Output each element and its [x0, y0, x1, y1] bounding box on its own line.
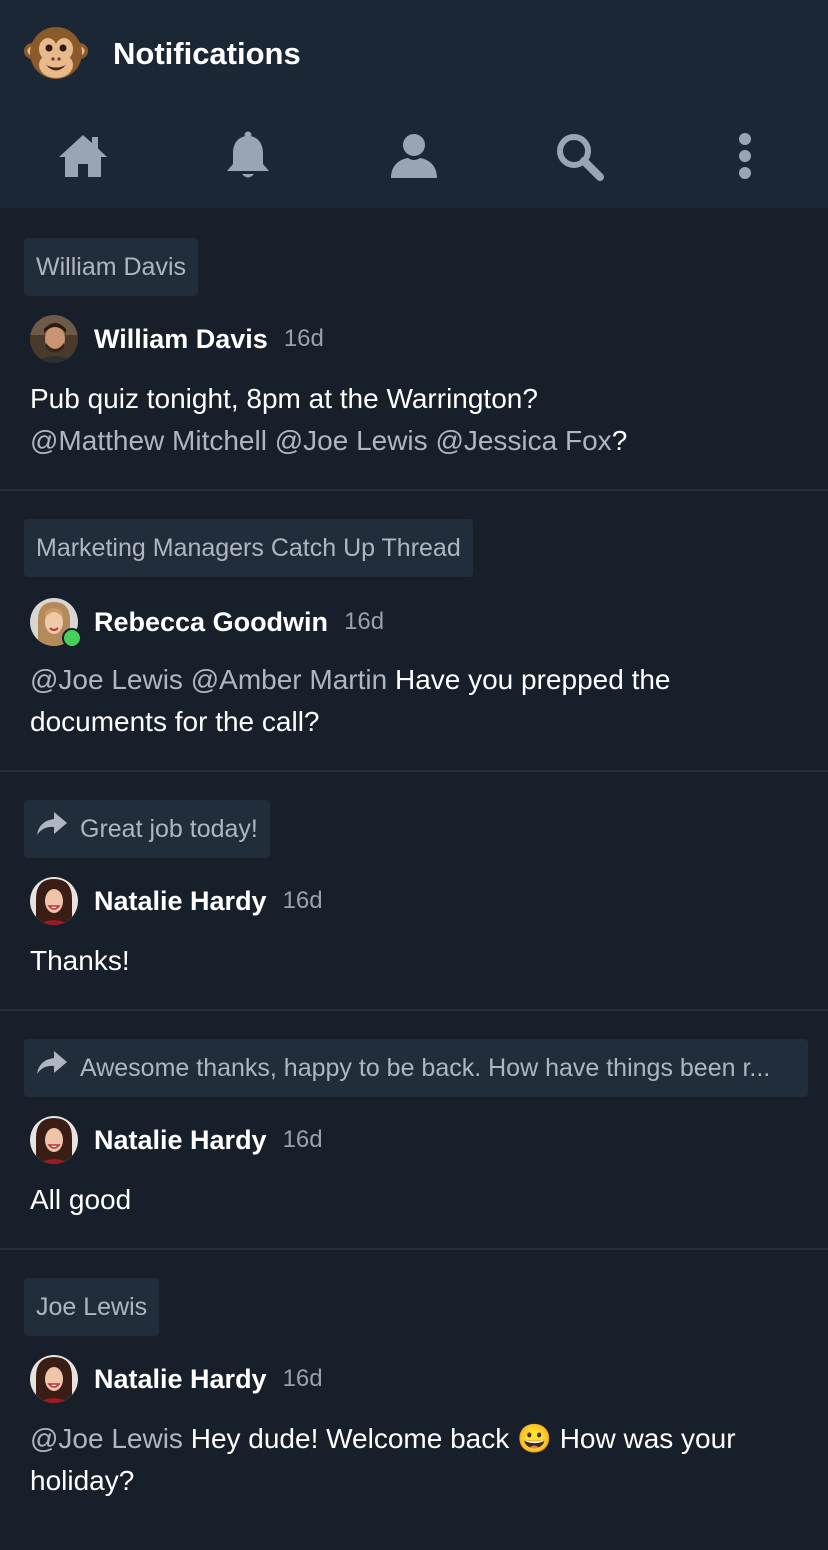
avatar[interactable] [30, 877, 78, 925]
search-icon[interactable] [553, 130, 605, 182]
timestamp: 16d [344, 608, 385, 635]
message-body: Pub quiz tonight, 8pm at the Warrington? [30, 383, 538, 414]
share-arrow-icon [36, 1039, 68, 1096]
notification-item[interactable]: Marketing Managers Catch Up Thread Rebec… [0, 491, 828, 772]
avatar[interactable] [30, 315, 78, 363]
message-text: @Joe Lewis Hey dude! Welcome back 😀 How … [30, 1418, 800, 1502]
context-text: Awesome thanks, happy to be back. How ha… [80, 1054, 771, 1082]
author-name[interactable]: Natalie Hardy [94, 1125, 267, 1156]
context-pill[interactable]: William Davis [24, 238, 198, 296]
notification-item[interactable]: Awesome thanks, happy to be back. How ha… [0, 1011, 828, 1250]
avatar[interactable] [30, 598, 82, 648]
author-row: William Davis 16d [30, 315, 324, 363]
context-pill[interactable]: Great job today! [24, 800, 270, 858]
app-header: Notifications [0, 0, 828, 208]
message-text: @Joe Lewis @Amber Martin Have you preppe… [30, 659, 800, 743]
author-row: Rebecca Goodwin 16d [30, 598, 385, 648]
message-body: Hey dude! Welcome back [190, 1423, 510, 1454]
notification-item[interactable]: Great job today! Natalie Hardy 16d Thank… [0, 772, 828, 1011]
avatar[interactable] [30, 1116, 78, 1164]
user-icon[interactable] [388, 130, 440, 182]
author-name[interactable]: Rebecca Goodwin [94, 607, 328, 638]
message-text: All good [30, 1179, 800, 1221]
timestamp: 16d [282, 1365, 323, 1392]
mention-link[interactable]: @Joe Lewis [30, 1423, 183, 1454]
author-name[interactable]: Natalie Hardy [94, 886, 267, 917]
author-row: Natalie Hardy 16d [30, 877, 323, 925]
message-body: ? [611, 425, 628, 456]
mention-link[interactable]: @Jessica Fox [435, 425, 611, 456]
author-name[interactable]: William Davis [94, 324, 268, 355]
author-row: Natalie Hardy 16d [30, 1355, 323, 1403]
monkey-logo-icon[interactable] [24, 21, 88, 85]
notification-item[interactable]: William Davis William Davis 16d Pub quiz… [0, 208, 828, 491]
context-text: Great job today! [80, 815, 258, 843]
mention-link[interactable]: @Amber Martin [191, 664, 387, 695]
page-title: Notifications [113, 36, 301, 71]
author-row: Natalie Hardy 16d [30, 1116, 323, 1164]
grinning-face-emoji: 😀 [517, 1423, 552, 1454]
message-text: Thanks! [30, 940, 800, 982]
context-pill[interactable]: Awesome thanks, happy to be back. How ha… [24, 1039, 808, 1097]
author-name[interactable]: Natalie Hardy [94, 1364, 267, 1395]
more-vertical-icon[interactable] [719, 130, 771, 182]
online-status-indicator [62, 628, 82, 648]
share-arrow-icon [36, 800, 68, 857]
bell-icon[interactable] [222, 130, 274, 182]
mention-link[interactable]: @Matthew Mitchell [30, 425, 267, 456]
avatar[interactable] [30, 1355, 78, 1403]
message-text: Pub quiz tonight, 8pm at the Warrington?… [30, 378, 800, 462]
timestamp: 16d [283, 325, 324, 352]
message-body: All good [30, 1184, 132, 1215]
context-pill[interactable]: Marketing Managers Catch Up Thread [24, 519, 473, 577]
mention-link[interactable]: @Joe Lewis [30, 664, 183, 695]
home-icon[interactable] [57, 130, 109, 182]
message-body: Thanks! [30, 945, 130, 976]
context-pill[interactable]: Joe Lewis [24, 1278, 160, 1336]
mention-link[interactable]: @Joe Lewis [275, 425, 428, 456]
notification-feed: William Davis William Davis 16d Pub quiz… [0, 208, 828, 1550]
notification-item[interactable]: Joe Lewis Natalie Hardy 16d @Joe Lewis H… [0, 1250, 828, 1550]
timestamp: 16d [282, 1126, 323, 1153]
timestamp: 16d [282, 887, 323, 914]
